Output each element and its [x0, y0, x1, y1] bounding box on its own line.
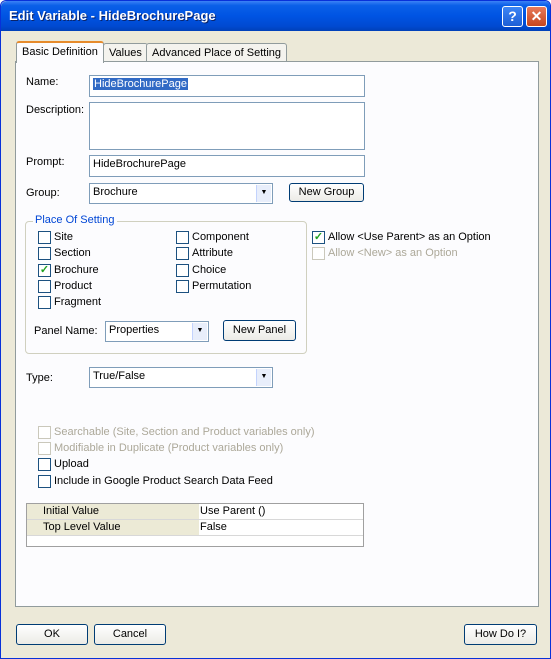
ok-button[interactable]: OK	[16, 624, 88, 645]
edit-variable-dialog: Edit Variable - HideBrochurePage ? ✕ Bas…	[0, 0, 551, 659]
panel-name-label: Panel Name:	[34, 325, 98, 337]
tab-basic-definition[interactable]: Basic Definition	[16, 41, 104, 63]
value-grid: Initial Value Use Parent () Top Level Va…	[26, 503, 364, 547]
place-of-setting-title: Place Of Setting	[33, 214, 117, 226]
permutation-label: Permutation	[192, 280, 252, 292]
section-label: Section	[54, 247, 91, 259]
attribute-label: Attribute	[192, 247, 233, 259]
description-label: Description:	[26, 104, 85, 116]
attribute-checkbox[interactable]	[176, 247, 189, 260]
name-field-value: HideBrochurePage	[93, 78, 188, 90]
help-icon[interactable]: ?	[502, 6, 523, 27]
upload-checkbox[interactable]	[38, 458, 51, 471]
site-checkbox[interactable]	[38, 231, 51, 244]
brochure-label: Brochure	[54, 264, 99, 276]
name-field[interactable]: HideBrochurePage	[89, 75, 365, 97]
product-checkbox[interactable]	[38, 280, 51, 293]
component-checkbox[interactable]	[176, 231, 189, 244]
top-level-value-label: Top Level Value	[27, 520, 199, 535]
group-combo-value: Brochure	[93, 186, 138, 198]
modifiable-label: Modifiable in Duplicate (Product variabl…	[54, 442, 284, 454]
window-title: Edit Variable - HideBrochurePage	[9, 8, 216, 23]
cancel-button[interactable]: Cancel	[94, 624, 166, 645]
allow-parent-checkbox[interactable]: ✓	[312, 231, 325, 244]
google-feed-checkbox[interactable]	[38, 475, 51, 488]
fragment-checkbox[interactable]	[38, 296, 51, 309]
chevron-down-icon[interactable]: ▼	[256, 369, 271, 386]
type-label: Type:	[26, 372, 53, 384]
description-field[interactable]	[89, 102, 365, 150]
top-level-value-cell[interactable]: False	[199, 520, 363, 535]
searchable-checkbox[interactable]	[38, 426, 51, 439]
searchable-label: Searchable (Site, Section and Product va…	[54, 426, 315, 438]
modifiable-checkbox[interactable]	[38, 442, 51, 455]
choice-checkbox[interactable]	[176, 264, 189, 277]
allow-parent-label: Allow <Use Parent> as an Option	[328, 231, 491, 243]
google-feed-label: Include in Google Product Search Data Fe…	[54, 475, 273, 487]
choice-label: Choice	[192, 264, 227, 276]
new-group-button[interactable]: New Group	[289, 183, 364, 202]
close-icon[interactable]: ✕	[526, 6, 547, 27]
allow-new-checkbox[interactable]	[312, 247, 325, 260]
title-bar[interactable]: Edit Variable - HideBrochurePage ? ✕	[1, 1, 550, 31]
initial-value-label: Initial Value	[27, 504, 199, 519]
allow-new-label: Allow <New> as an Option	[328, 247, 458, 259]
group-label: Group:	[26, 187, 60, 199]
site-label: Site	[54, 231, 73, 243]
panel-name-combo[interactable]: Properties ▼	[105, 321, 209, 342]
prompt-label: Prompt:	[26, 156, 65, 168]
upload-label: Upload	[54, 458, 89, 470]
component-label: Component	[192, 231, 249, 243]
chevron-down-icon[interactable]: ▼	[256, 185, 271, 202]
permutation-checkbox[interactable]	[176, 280, 189, 293]
tab-advanced-place-of-setting[interactable]: Advanced Place of Setting	[146, 43, 288, 63]
prompt-field[interactable]: HideBrochurePage	[89, 155, 365, 177]
tab-values[interactable]: Values	[103, 43, 148, 63]
how-do-i-button[interactable]: How Do I?	[464, 624, 537, 645]
name-label: Name:	[26, 76, 59, 88]
table-row[interactable]: Top Level Value False	[27, 520, 363, 536]
chevron-down-icon[interactable]: ▼	[192, 323, 207, 340]
initial-value-cell[interactable]: Use Parent ()	[199, 504, 363, 519]
type-combo[interactable]: True/False ▼	[89, 367, 273, 388]
brochure-checkbox[interactable]: ✓	[38, 264, 51, 277]
table-row[interactable]: Initial Value Use Parent ()	[27, 504, 363, 520]
group-combo[interactable]: Brochure ▼	[89, 183, 273, 204]
type-combo-value: True/False	[93, 370, 146, 382]
new-panel-button[interactable]: New Panel	[223, 320, 296, 341]
panel-name-combo-value: Properties	[109, 324, 160, 336]
product-label: Product	[54, 280, 92, 292]
fragment-label: Fragment	[54, 296, 102, 308]
section-checkbox[interactable]	[38, 247, 51, 260]
